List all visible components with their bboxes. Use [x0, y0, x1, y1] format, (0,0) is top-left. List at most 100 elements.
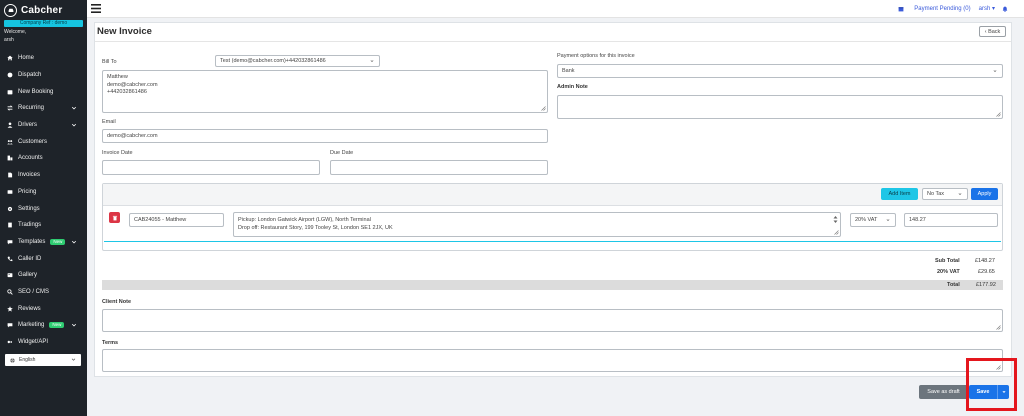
invoice-date-input[interactable]: [102, 160, 320, 175]
back-button[interactable]: ‹ Back: [979, 26, 1006, 37]
page-title: New Invoice: [97, 26, 152, 37]
brand[interactable]: Cabcher: [0, 0, 87, 20]
recurring-icon: [7, 105, 13, 112]
dropoff-line: Drop off: Restaurant Story, 199 Tooley S…: [238, 225, 393, 231]
resize-handle-icon[interactable]: [834, 230, 839, 235]
marketing-icon: [7, 322, 13, 328]
sidebar-item-settings[interactable]: Settings: [0, 200, 87, 217]
scroll-arrows-icon[interactable]: [833, 215, 838, 224]
chevron-down-icon: [993, 70, 997, 73]
top-bar: Payment Pending (0) arsh ▾: [87, 0, 1024, 18]
chevron-down-icon: [886, 219, 890, 222]
sidebar-item-new-booking[interactable]: New Booking: [0, 83, 87, 100]
search-icon: [7, 289, 13, 295]
invoice-form-card: New Invoice ‹ Back Bill To Test (demo@ca…: [94, 22, 1012, 377]
sidebar-item-home[interactable]: Home: [0, 50, 87, 67]
resize-handle-icon[interactable]: [996, 325, 1001, 330]
sidebar-item-reviews[interactable]: Reviews: [0, 300, 87, 317]
invoice-date-label: Invoice Date: [102, 150, 133, 156]
tax-select[interactable]: No Tax: [922, 188, 968, 200]
star-icon: [7, 305, 13, 312]
resize-handle-icon[interactable]: [541, 106, 546, 111]
save-as-draft-button[interactable]: Save as draft: [919, 385, 968, 399]
language-select[interactable]: English: [5, 354, 81, 366]
item-ref-value: CAB24055 - Matthew: [134, 217, 187, 223]
sidebar-item-pricing[interactable]: Pricing: [0, 184, 87, 201]
language-value: English: [19, 357, 36, 363]
email-input[interactable]: demo@cabcher.com: [102, 129, 548, 143]
chevron-down-icon: [71, 323, 77, 327]
total-label: Total: [947, 282, 960, 288]
new-booking-icon: [7, 89, 13, 95]
item-description-textarea[interactable]: Pickup: London Gatwick Airport (LGW), No…: [233, 212, 841, 237]
chevron-down-icon: [71, 358, 76, 361]
sidebar-item-dispatch[interactable]: Dispatch: [0, 67, 87, 84]
sidebar-item-label: Reviews: [18, 305, 41, 312]
sidebar-item-label: Home: [18, 55, 35, 62]
accounts-icon: [7, 155, 13, 161]
client-note-label: Client Note: [102, 299, 132, 305]
delete-item-button[interactable]: [109, 212, 120, 223]
admin-note-textarea[interactable]: [557, 95, 1003, 119]
items-toolbar: Add Item No Tax Apply: [103, 184, 1002, 206]
customers-icon: [7, 139, 13, 145]
templates-icon: [7, 239, 13, 245]
email-value: demo@cabcher.com: [107, 133, 158, 139]
payment-options-label: Payment options for this invoice: [557, 53, 635, 59]
chevron-down-icon: [958, 193, 962, 196]
item-ref-input[interactable]: CAB24055 - Matthew: [129, 213, 224, 227]
client-note-textarea[interactable]: [102, 309, 1003, 332]
sidebar-item-label: SEO / CMS: [18, 288, 50, 295]
sidebar-item-label: Marketing: [18, 322, 45, 329]
tradings-icon: [7, 222, 13, 228]
sidebar-item-marketing[interactable]: Marketing New: [0, 317, 87, 334]
sidebar-item-gallery[interactable]: Gallery: [0, 267, 87, 284]
sidebar-item-label: Invoices: [18, 172, 41, 179]
pricing-icon: [7, 189, 13, 195]
resize-handle-icon[interactable]: [996, 112, 1001, 117]
billing-address-textarea[interactable]: Matthew demo@cabcher.com +442032861486: [102, 70, 548, 113]
sidebar-item-templates[interactable]: Templates New: [0, 234, 87, 251]
sidebar-item-drivers[interactable]: Drivers: [0, 117, 87, 134]
sidebar-item-label: Recurring: [18, 105, 45, 112]
item-vat-select[interactable]: 20% VAT: [850, 213, 896, 227]
payment-option-value: Bank: [562, 68, 575, 74]
add-item-button[interactable]: Add Item: [881, 188, 918, 200]
payment-option-select[interactable]: Bank: [557, 64, 1003, 78]
invoice-items-box: Add Item No Tax Apply CAB24055 - Matthew…: [102, 183, 1003, 251]
sidebar-item-label: Tradings: [18, 222, 42, 229]
due-date-input[interactable]: [330, 160, 548, 175]
user-menu[interactable]: arsh ▾: [979, 5, 995, 12]
chevron-down-icon: [71, 240, 77, 244]
sidebar-item-widget-api[interactable]: Widget/API: [0, 334, 87, 351]
sidebar-item-label: New Booking: [18, 88, 54, 95]
sidebar-item-label: Dispatch: [18, 72, 42, 79]
pickup-line: Pickup: London Gatwick Airport (LGW), No…: [238, 217, 371, 223]
sidebar-item-customers[interactable]: Customers: [0, 133, 87, 150]
sidebar-item-tradings[interactable]: Tradings: [0, 217, 87, 234]
sidebar-item-label: Caller ID: [18, 255, 42, 262]
item-amount-input[interactable]: 148.27: [904, 213, 998, 227]
hamburger-menu-icon[interactable]: [91, 4, 101, 13]
sidebar-item-label: Drivers: [18, 122, 37, 129]
sidebar-item-invoices[interactable]: Invoices: [0, 167, 87, 184]
sidebar: Cabcher Company Ref : demo Welcome, arsh…: [0, 0, 87, 416]
sidebar-item-recurring[interactable]: Recurring: [0, 100, 87, 117]
bill-to-select[interactable]: Test (demo@cabcher.com)+442032861486: [215, 55, 380, 67]
bill-to-label: Bill To: [102, 59, 117, 65]
brand-name: Cabcher: [21, 4, 63, 16]
car-logo-icon: [4, 3, 17, 17]
trash-icon: [112, 215, 117, 220]
terms-textarea[interactable]: [102, 349, 1003, 372]
total-row: Total £177.92: [102, 280, 1003, 290]
sidebar-item-seo-cms[interactable]: SEO / CMS: [0, 284, 87, 301]
globe-icon: [10, 357, 15, 363]
drivers-icon: [7, 122, 13, 128]
company-ref-badge: Company Ref : demo: [4, 20, 83, 27]
sidebar-item-caller-id[interactable]: Caller ID: [0, 250, 87, 267]
payment-pending-link[interactable]: Payment Pending (0): [914, 6, 970, 12]
bell-icon[interactable]: [1002, 6, 1008, 12]
sidebar-item-accounts[interactable]: Accounts: [0, 150, 87, 167]
apply-tax-button[interactable]: Apply: [971, 188, 998, 200]
header-divider: [95, 41, 1011, 42]
